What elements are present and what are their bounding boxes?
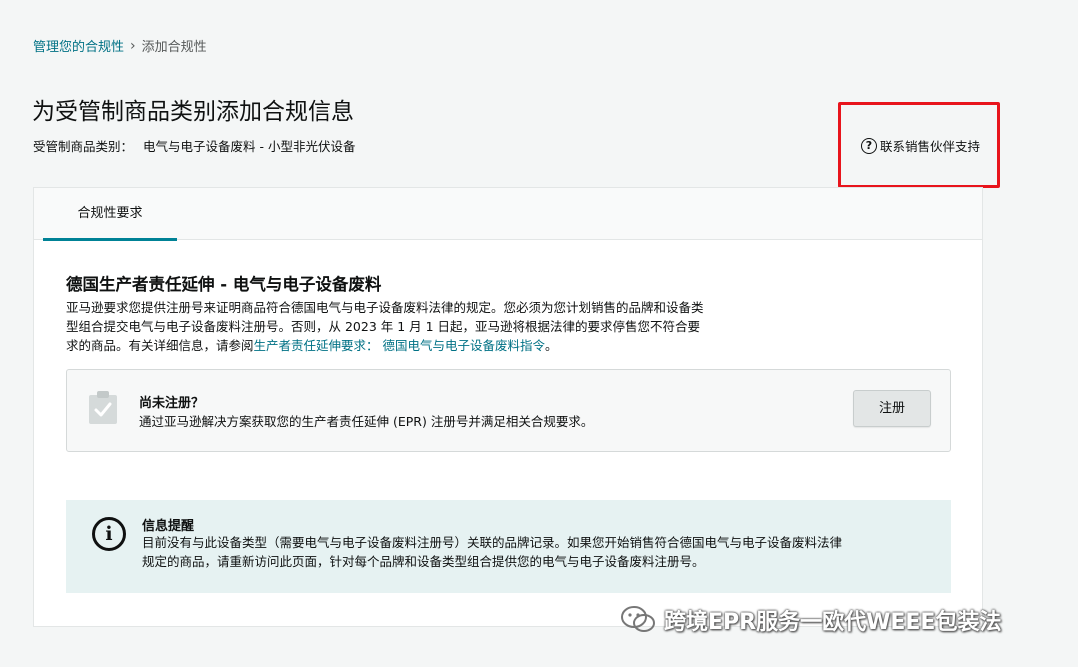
- category-value: 电气与电子设备废料 - 小型非光伏设备: [143, 139, 356, 154]
- description-line-3: 求的商品。有关详细信息，请参阅生产者责任延伸要求： 德国电气与电子设备废料指令。: [66, 336, 736, 355]
- info-text: 目前没有与此设备类型（需要电气与电子设备废料注册号）关联的品牌记录。如果您开始销…: [142, 533, 942, 571]
- category-line: 受管制商品类别： 电气与电子设备废料 - 小型非光伏设备: [33, 136, 355, 155]
- seller-support-link[interactable]: ? 联系销售伙伴支持: [861, 136, 980, 155]
- info-icon: i: [92, 517, 126, 551]
- breadcrumb: 管理您的合规性 › 添加合规性: [33, 36, 207, 56]
- description-line-1: 亚马逊要求您提供注册号来证明商品符合德国电气与电子设备废料法律的规定。您必须为您…: [66, 300, 704, 315]
- active-tab-indicator: [43, 238, 177, 241]
- info-title: 信息提醒: [142, 519, 195, 534]
- breadcrumb-manage-compliance-link[interactable]: 管理您的合规性: [33, 36, 124, 55]
- seller-support-label: 联系销售伙伴支持: [880, 139, 981, 154]
- wechat-icon: [621, 606, 655, 632]
- category-label: 受管制商品类别：: [33, 139, 134, 154]
- info-text-line-2: 规定的商品，请重新访问此页面，针对每个品牌和设备类型组合提供您的电气与电子设备废…: [142, 554, 705, 569]
- breadcrumb-current: 添加合规性: [141, 40, 207, 55]
- tab-label: 合规性要求: [77, 206, 143, 221]
- section-description: 亚马逊要求您提供注册号来证明商品符合德国电气与电子设备废料法律的规定。您必须为您…: [66, 298, 736, 355]
- info-alert: i 信息提醒 目前没有与此设备类型（需要电气与电子设备废料注册号）关联的品牌记录…: [66, 500, 951, 593]
- description-line-3-end: 。: [545, 338, 558, 353]
- section-title: 德国生产者责任延伸 - 电气与电子设备废料: [66, 275, 382, 294]
- chevron-right-icon: ›: [130, 37, 136, 54]
- question-circle-icon: ?: [861, 137, 877, 154]
- watermark-text: 跨境EPR服务一欧代WEEE包装法: [664, 610, 1002, 635]
- page-title: 为受管制商品类别添加合规信息: [32, 99, 354, 125]
- watermark: 跨境EPR服务一欧代WEEE包装法: [620, 604, 1001, 636]
- not-registered-box: 尚未注册？ 通过亚马逊解决方案获取您的生产者责任延伸 (EPR) 注册号并满足相…: [66, 369, 951, 452]
- register-button[interactable]: 注册: [853, 390, 931, 427]
- epr-directive-link[interactable]: 生产者责任延伸要求： 德国电气与电子设备废料指令: [254, 338, 545, 353]
- tab-bar: 合规性要求: [34, 188, 982, 241]
- clipboard-check-icon: [89, 391, 117, 424]
- info-text-line-1: 目前没有与此设备类型（需要电气与电子设备废料注册号）关联的品牌记录。如果您开始销…: [142, 535, 843, 550]
- not-registered-text: 通过亚马逊解决方案获取您的生产者责任延伸 (EPR) 注册号并满足相关合规要求。: [139, 414, 594, 429]
- not-registered-title: 尚未注册？: [139, 396, 205, 411]
- description-line-3-text: 求的商品。有关详细信息，请参阅: [66, 338, 254, 353]
- tab-compliance-requirements[interactable]: 合规性要求: [43, 188, 177, 241]
- description-line-2: 型组合提交电气与电子设备废料注册号。否则，从 2023 年 1 月 1 日起，亚…: [66, 319, 701, 334]
- compliance-card: 合规性要求 德国生产者责任延伸 - 电气与电子设备废料 亚马逊要求您提供注册号来…: [33, 187, 983, 627]
